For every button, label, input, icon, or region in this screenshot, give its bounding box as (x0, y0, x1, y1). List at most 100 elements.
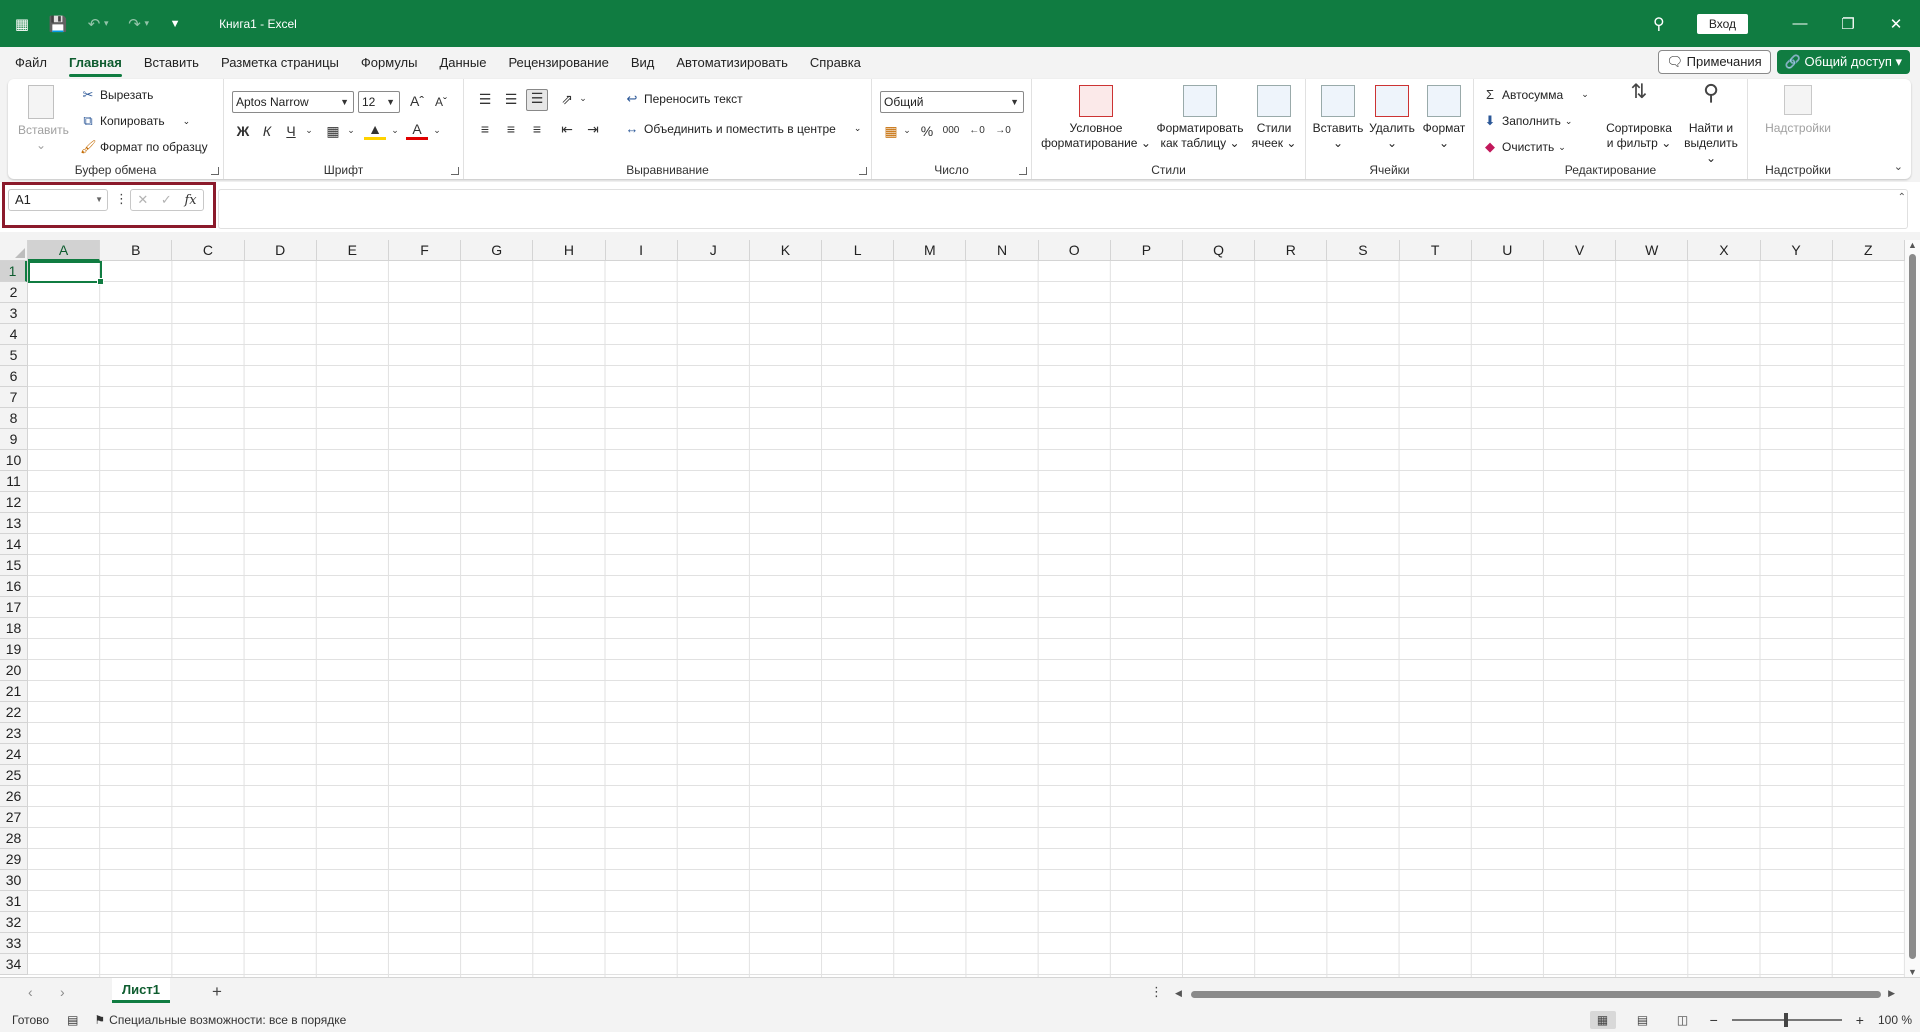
scroll-right-icon[interactable]: ▶ (1888, 988, 1895, 999)
row-header[interactable]: 33 (0, 933, 27, 954)
format-as-table-button[interactable]: Форматировать как таблицу ⌄ (1154, 85, 1246, 151)
row-header[interactable]: 15 (0, 555, 27, 576)
fill-button[interactable]: ⬇ Заполнить ⌄ (1482, 113, 1573, 129)
copy-dropdown-icon[interactable]: ⌄ (183, 116, 191, 127)
tab-review[interactable]: Рецензирование (497, 47, 619, 79)
row-header[interactable]: 23 (0, 723, 27, 744)
row-header[interactable]: 7 (0, 387, 27, 408)
align-top-icon[interactable]: ☰ (474, 91, 496, 108)
share-button[interactable]: 🔗 Общий доступ ▾ (1776, 50, 1910, 74)
row-header[interactable]: 5 (0, 345, 27, 366)
column-header[interactable]: R (1255, 240, 1328, 261)
row-header[interactable]: 12 (0, 492, 27, 513)
column-header[interactable]: S (1327, 240, 1400, 261)
fill-color-icon[interactable]: ▲ (364, 121, 386, 140)
tab-home[interactable]: Главная (58, 47, 133, 79)
column-header[interactable]: G (461, 240, 534, 261)
addins-button[interactable]: Надстройки (1756, 85, 1840, 136)
row-header[interactable]: 28 (0, 828, 27, 849)
currency-dropdown-icon[interactable]: ⌄ (896, 125, 918, 136)
row-header[interactable]: 22 (0, 702, 27, 723)
decrease-font-icon[interactable]: Aˇ (430, 95, 452, 109)
ribbon-expand-icon[interactable]: ⌄ (1894, 160, 1903, 173)
zoom-level[interactable]: 100 % (1878, 1013, 1912, 1027)
borders-dropdown-icon[interactable]: ⌄ (340, 125, 362, 136)
number-format-dropdown[interactable]: Общий ▼ (880, 91, 1024, 113)
font-color-icon[interactable]: A (406, 121, 428, 140)
tab-formulas[interactable]: Формулы (350, 47, 429, 79)
column-header[interactable]: C (172, 240, 245, 261)
clipboard-launcher-icon[interactable] (211, 167, 219, 175)
column-header[interactable]: K (750, 240, 823, 261)
find-select-button[interactable]: ⚲ Найти и выделить ⌄ (1678, 82, 1744, 166)
number-launcher-icon[interactable] (1019, 167, 1027, 175)
paste-button[interactable]: Вставить ⌄ (18, 85, 69, 153)
row-header[interactable]: 19 (0, 639, 27, 660)
align-bottom-icon[interactable]: ☰ (526, 89, 548, 111)
scroll-left-icon[interactable]: ◀ (1175, 988, 1182, 999)
cells-area[interactable] (28, 261, 1905, 977)
format-painter-button[interactable]: 🖌 Формат по образцу (80, 139, 208, 155)
sheet-tab-list1[interactable]: Лист1 (112, 978, 170, 1003)
column-header[interactable]: D (245, 240, 317, 261)
fill-color-dropdown-icon[interactable]: ⌄ (384, 125, 406, 136)
search-icon[interactable]: ⚲ (1639, 14, 1679, 34)
font-size-dropdown[interactable]: 12 ▼ (358, 91, 400, 113)
column-header[interactable]: V (1544, 240, 1617, 261)
orientation-dropdown-icon[interactable]: ⌄ (572, 93, 594, 104)
tab-view[interactable]: Вид (620, 47, 666, 79)
accessibility-status[interactable]: ⚑ Специальные возможности: все в порядке (94, 1013, 346, 1027)
alignment-launcher-icon[interactable] (859, 167, 867, 175)
row-header[interactable]: 29 (0, 849, 27, 870)
row-header[interactable]: 25 (0, 765, 27, 786)
column-header[interactable]: U (1472, 240, 1544, 261)
column-header[interactable]: L (822, 240, 895, 261)
tab-automate[interactable]: Автоматизировать (665, 47, 799, 79)
add-sheet-icon[interactable]: + (212, 982, 222, 1002)
tab-file[interactable]: Файл (4, 47, 58, 79)
customize-toolbar-icon[interactable]: ▼ (161, 10, 189, 38)
collapse-formula-bar-icon[interactable]: ⌃ (1898, 192, 1906, 203)
column-header[interactable]: N (966, 240, 1039, 261)
increase-decimal-icon[interactable]: ←0 (966, 125, 988, 136)
decrease-decimal-icon[interactable]: →0 (992, 125, 1014, 136)
row-header[interactable]: 26 (0, 786, 27, 807)
scroll-down-icon[interactable]: ▼ (1908, 967, 1917, 977)
row-header[interactable]: 18 (0, 618, 27, 639)
page-break-view-icon[interactable]: ◫ (1670, 1011, 1696, 1029)
underline-dropdown-icon[interactable]: ⌄ (298, 125, 320, 136)
column-header[interactable]: Y (1761, 240, 1833, 261)
zoom-out-icon[interactable]: − (1710, 1012, 1718, 1028)
scroll-up-icon[interactable]: ▲ (1908, 240, 1917, 250)
page-layout-view-icon[interactable]: ▤ (1630, 1011, 1656, 1029)
save-icon[interactable]: 💾 (44, 10, 72, 38)
next-sheet-icon[interactable]: › (60, 984, 65, 1000)
copy-button[interactable]: ⧉ Копировать ⌄ (80, 113, 190, 129)
row-header[interactable]: 9 (0, 429, 27, 450)
column-header[interactable]: X (1688, 240, 1761, 261)
font-name-dropdown[interactable]: Aptos Narrow ▼ (232, 91, 354, 113)
column-header[interactable]: I (606, 240, 678, 261)
cell-styles-button[interactable]: Стили ячеек ⌄ (1248, 85, 1300, 151)
tab-data[interactable]: Данные (428, 47, 497, 79)
font-launcher-icon[interactable] (451, 167, 459, 175)
vertical-scroll-thumb[interactable] (1909, 254, 1916, 959)
column-header[interactable]: W (1616, 240, 1689, 261)
conditional-formatting-button[interactable]: Условное форматирование ⌄ (1040, 85, 1152, 151)
decrease-indent-icon[interactable]: ⇤ (556, 121, 578, 138)
row-header[interactable]: 6 (0, 366, 27, 387)
more-icon[interactable]: ⋮ (1150, 984, 1163, 1000)
thousands-separator-icon[interactable]: 000 (940, 125, 962, 136)
row-header[interactable]: 13 (0, 513, 27, 534)
increase-indent-icon[interactable]: ⇥ (582, 121, 604, 138)
delete-cells-button[interactable]: Удалить ⌄ (1366, 85, 1418, 151)
autosum-button[interactable]: Σ Автосумма ⌄ (1482, 87, 1589, 102)
column-header[interactable]: Q (1183, 240, 1256, 261)
column-header[interactable]: A (28, 240, 101, 261)
minimize-icon[interactable]: — (1776, 15, 1824, 32)
align-middle-icon[interactable]: ☰ (500, 91, 522, 108)
insert-cells-button[interactable]: Вставить ⌄ (1312, 85, 1364, 151)
comments-button[interactable]: 🗨 Примечания (1657, 50, 1771, 74)
row-header[interactable]: 11 (0, 471, 27, 492)
format-cells-button[interactable]: Формат ⌄ (1418, 85, 1470, 151)
